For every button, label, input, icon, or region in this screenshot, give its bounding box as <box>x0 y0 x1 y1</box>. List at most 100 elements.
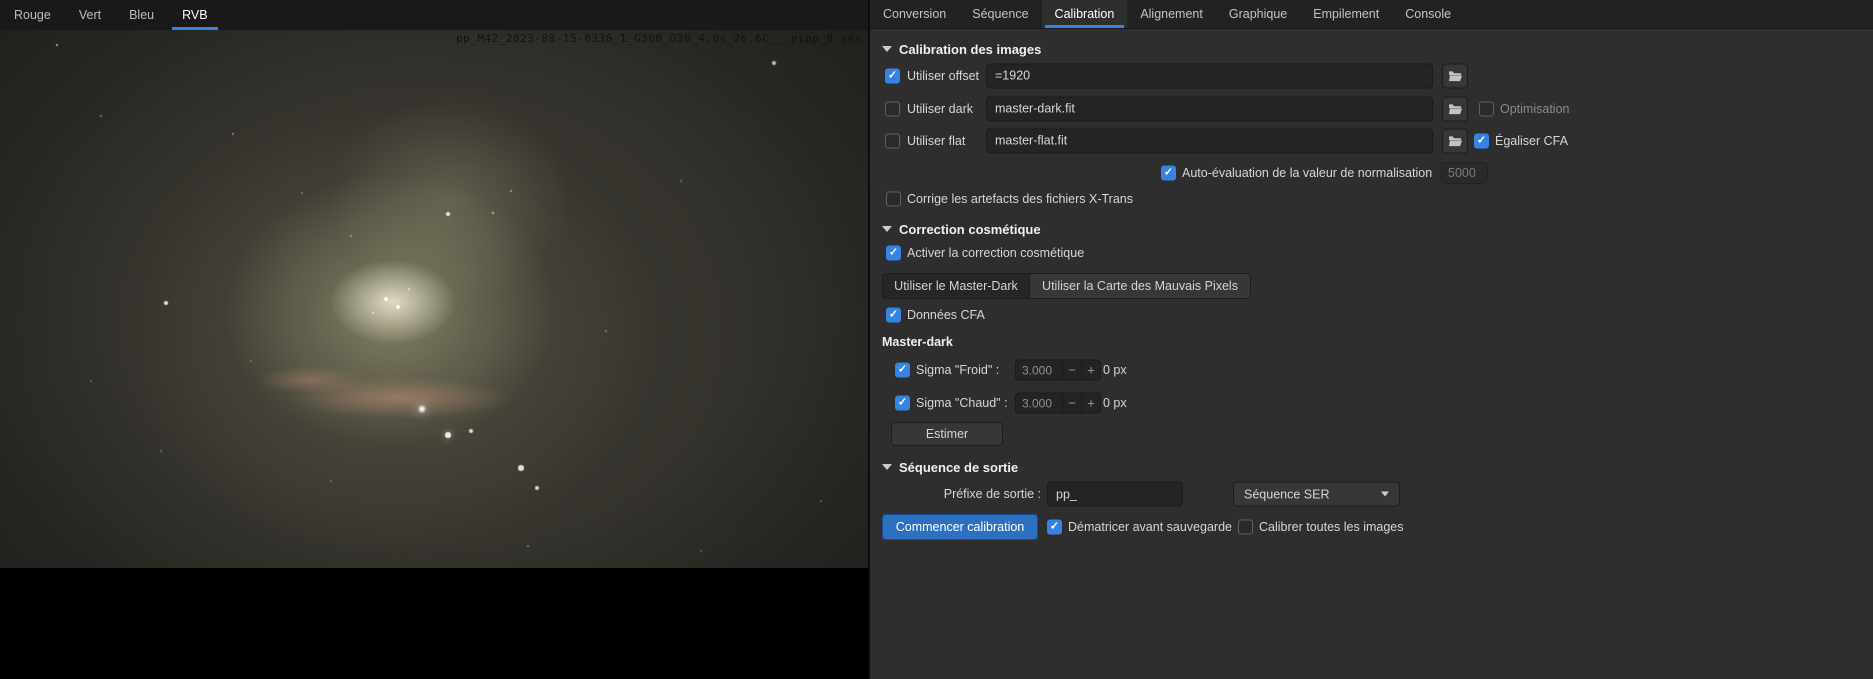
folder-open-icon <box>1448 70 1462 81</box>
tab-console-label: Console <box>1405 7 1452 21</box>
flat-label: Utiliser flat <box>907 133 966 148</box>
cfa-label: Données CFA <box>907 308 985 322</box>
dark-input[interactable] <box>986 96 1433 121</box>
mode-badpixels-button[interactable]: Utiliser la Carte des Mauvais Pixels <box>1030 273 1251 299</box>
demosaic-checkbox[interactable] <box>1047 519 1062 535</box>
section-calibration-title: Calibration des images <box>899 41 1042 57</box>
flat-browse-button[interactable] <box>1442 128 1468 153</box>
tab-alignement[interactable]: Alignement <box>1127 0 1216 28</box>
dark-browse-button[interactable] <box>1442 96 1468 121</box>
start-calibration-label: Commencer calibration <box>895 520 1025 534</box>
masterdark-title-row: Master-dark <box>870 333 1873 351</box>
optimisation-checkbox[interactable] <box>1479 101 1494 116</box>
sigma-hot-spinner: 3.000 <box>1015 392 1101 414</box>
sigma-hot-decrement-button[interactable] <box>1062 393 1081 413</box>
sigma-hot-row: Sigma "Chaud" : 3.000 0 px <box>870 392 1873 414</box>
egaliser-cfa-label: Égaliser CFA <box>1495 133 1568 148</box>
calibrate-all-checkbox[interactable] <box>1238 519 1253 535</box>
processing-panel: Conversion Séquence Calibration Aligneme… <box>870 0 1873 679</box>
tab-console[interactable]: Console <box>1392 0 1464 28</box>
section-sequence-sortie[interactable]: Séquence de sortie <box>882 459 1018 475</box>
collapse-arrow-icon <box>882 226 892 232</box>
tab-rvb-label: RVB <box>182 8 208 22</box>
sigma-cold-label: Sigma "Froid" : <box>916 363 1000 377</box>
image-filename-overlay: pp_M42_2023-08-15-0336_1_G300_O30_4,0s_2… <box>456 32 862 45</box>
tab-vert-label: Vert <box>78 8 102 22</box>
sigma-cold-value[interactable]: 3.000 <box>1016 361 1062 380</box>
panel-tabs: Conversion Séquence Calibration Aligneme… <box>870 0 1873 29</box>
sigma-hot-checkbox[interactable] <box>895 395 910 411</box>
offset-checkbox[interactable] <box>885 68 900 83</box>
sigma-cold-spinner: 3.000 <box>1015 359 1101 381</box>
start-calibration-button[interactable]: Commencer calibration <box>882 514 1038 540</box>
tab-sequence[interactable]: Séquence <box>959 0 1041 28</box>
flat-checkbox[interactable] <box>885 133 900 148</box>
tab-rouge[interactable]: Rouge <box>0 0 65 30</box>
offset-input[interactable] <box>986 63 1433 88</box>
tab-empilement[interactable]: Empilement <box>1300 0 1392 28</box>
estimate-button[interactable]: Estimer <box>891 421 1003 446</box>
actions-row: Commencer calibration Dématricer avant s… <box>870 514 1873 540</box>
sigma-hot-value[interactable]: 3.000 <box>1016 394 1062 413</box>
prefix-input[interactable] <box>1047 481 1183 507</box>
tab-conversion-label: Conversion <box>883 7 947 21</box>
tab-alignement-label: Alignement <box>1140 7 1203 21</box>
sigma-cold-increment-button[interactable] <box>1081 360 1100 380</box>
sigma-cold-decrement-button[interactable] <box>1062 360 1081 380</box>
sigma-hot-increment-button[interactable] <box>1081 393 1100 413</box>
sigma-hot-px: 0 px <box>1103 396 1127 410</box>
tab-vert[interactable]: Vert <box>65 0 115 30</box>
calibrate-all-label: Calibrer toutes les images <box>1259 520 1404 534</box>
tab-graphique-label: Graphique <box>1228 7 1288 21</box>
cfa-row: Données CFA <box>870 306 1873 324</box>
folder-open-icon <box>1448 103 1462 114</box>
cfa-checkbox[interactable] <box>886 307 901 323</box>
offset-browse-button[interactable] <box>1442 63 1468 88</box>
collapse-arrow-icon <box>882 464 892 470</box>
dark-row: Utiliser dark Optimisation <box>870 96 1873 121</box>
mode-badpixels-label: Utiliser la Carte des Mauvais Pixels <box>1042 279 1238 293</box>
tab-bleu[interactable]: Bleu <box>115 0 168 30</box>
offset-row: Utiliser offset <box>870 63 1873 88</box>
section-output-title: Séquence de sortie <box>899 459 1019 475</box>
collapse-arrow-icon <box>882 46 892 52</box>
tab-sequence-label: Séquence <box>972 7 1029 21</box>
mode-masterdark-button[interactable]: Utiliser le Master-Dark <box>882 273 1030 299</box>
tab-rouge-label: Rouge <box>14 8 51 22</box>
viewer-channel-tabs: Rouge Vert Bleu RVB <box>0 0 868 30</box>
enable-cosmetic-label: Activer la correction cosmétique <box>907 246 1085 260</box>
tab-rvb[interactable]: RVB <box>168 0 221 30</box>
estimate-row: Estimer <box>870 421 1873 446</box>
folder-open-icon <box>1448 135 1462 146</box>
sigma-cold-px: 0 px <box>1103 363 1127 377</box>
autoeval-checkbox[interactable] <box>1161 165 1176 180</box>
section-correction-cosmetique[interactable]: Correction cosmétique <box>882 221 1041 237</box>
siril-window: Rouge Vert Bleu RVB pp_M42_2023-08-15-03… <box>0 0 1873 679</box>
enable-cosmetic-row: Activer la correction cosmétique <box>870 244 1873 262</box>
tab-calibration-label: Calibration <box>1054 7 1115 21</box>
tab-calibration[interactable]: Calibration <box>1041 0 1128 28</box>
xtrans-checkbox[interactable] <box>886 191 901 207</box>
sequence-type-dropdown[interactable]: Séquence SER <box>1233 481 1400 507</box>
offset-label: Utiliser offset <box>907 68 980 83</box>
tab-conversion[interactable]: Conversion <box>870 0 959 28</box>
normalisation-value-input[interactable] <box>1441 161 1488 184</box>
image-viewport[interactable]: pp_M42_2023-08-15-0336_1_G300_O30_4,0s_2… <box>0 30 868 568</box>
enable-cosmetic-checkbox[interactable] <box>886 245 901 261</box>
optimisation-label: Optimisation <box>1500 101 1570 116</box>
section-calibration-images[interactable]: Calibration des images <box>882 41 1041 57</box>
demosaic-label: Dématricer avant sauvegarde <box>1068 520 1232 534</box>
egaliser-cfa-checkbox[interactable] <box>1474 133 1489 148</box>
chevron-down-icon <box>1381 491 1389 497</box>
tab-empilement-label: Empilement <box>1313 7 1380 21</box>
sigma-cold-checkbox[interactable] <box>895 362 910 378</box>
dark-checkbox[interactable] <box>885 101 900 116</box>
sequence-type-value: Séquence SER <box>1244 487 1330 501</box>
mode-masterdark-label: Utiliser le Master-Dark <box>894 279 1018 293</box>
section-cosmetic-title: Correction cosmétique <box>899 221 1041 237</box>
tab-graphique[interactable]: Graphique <box>1216 0 1300 28</box>
sigma-hot-label: Sigma "Chaud" : <box>916 396 1008 410</box>
tab-bleu-label: Bleu <box>129 8 155 22</box>
cosmetic-mode-row: Utiliser le Master-Dark Utiliser la Cart… <box>870 273 1873 299</box>
flat-input[interactable] <box>986 128 1433 153</box>
